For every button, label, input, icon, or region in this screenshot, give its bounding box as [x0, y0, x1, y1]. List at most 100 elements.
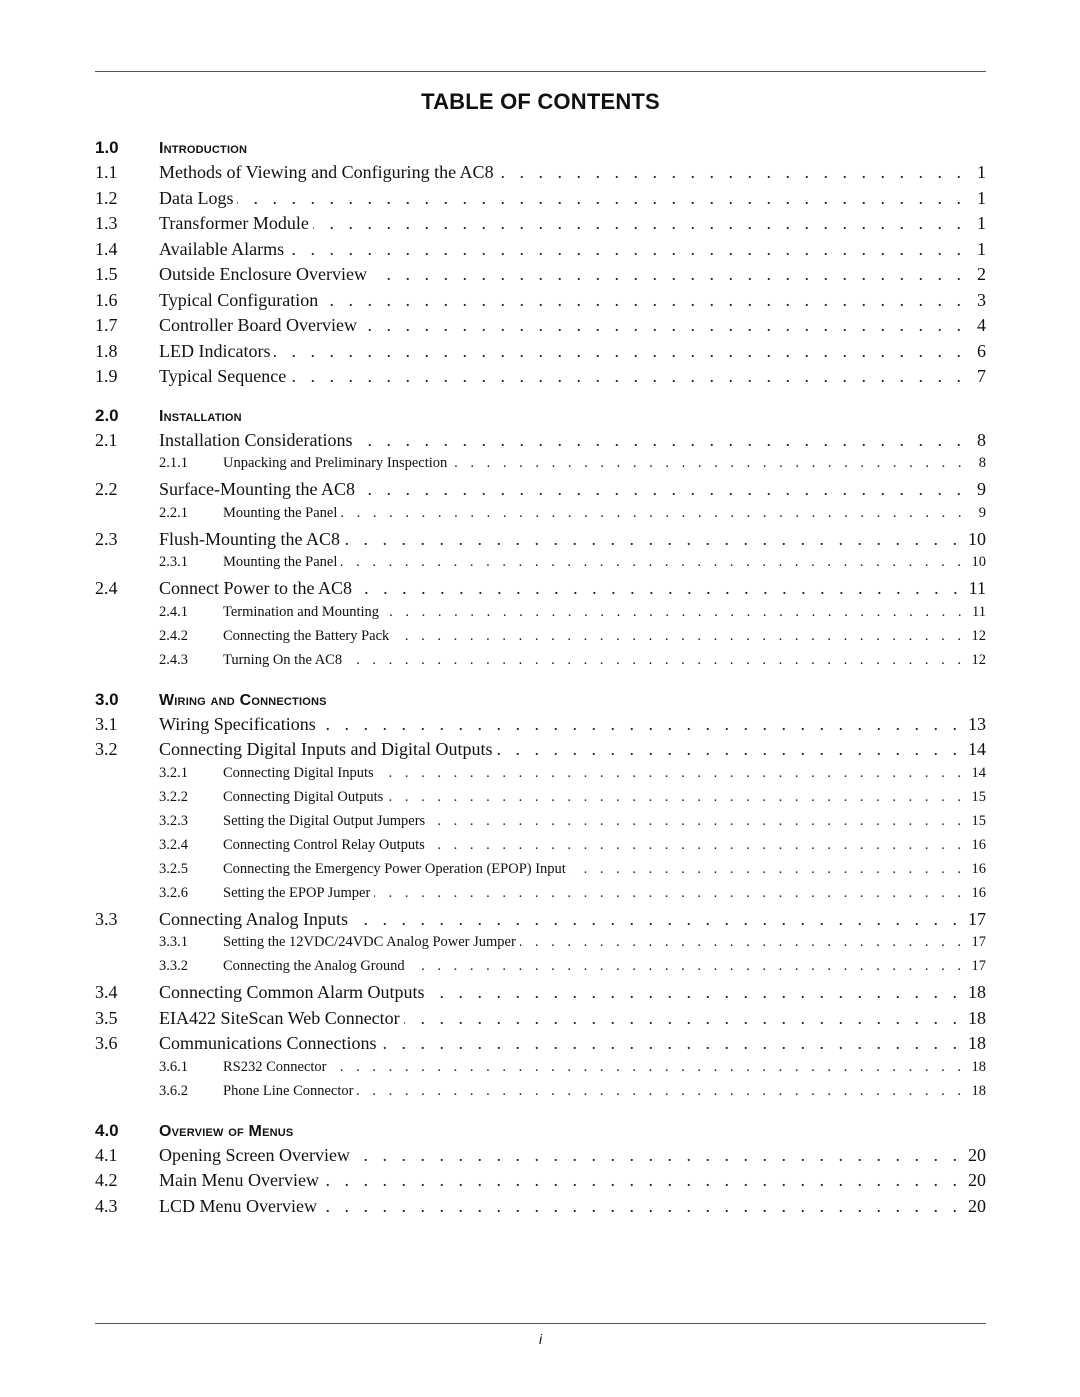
toc-section: 2.0 Installation 2.1 Installation Considera…: [95, 406, 986, 676]
entry-page-number: 18: [968, 1007, 986, 1028]
toc-entry[interactable]: 4.3 LCD Menu Overview . . . . . . . . . .…: [95, 1196, 986, 1222]
section-title: Introduction: [159, 140, 248, 157]
section-heading[interactable]: 1.0 Introduction: [95, 138, 986, 162]
entry-label: Setting the Digital Output Jumpers: [223, 812, 426, 829]
dot-leader: . . . . . . . . . . . . . . . . . . . . …: [354, 1144, 962, 1165]
section-number: 4.0: [95, 1120, 119, 1140]
toc-entry[interactable]: 1.1 Methods of Viewing and Configuring th…: [95, 162, 986, 188]
toc-subentry[interactable]: 2.1.1 Unpacking and Preliminary Inspectio…: [95, 455, 986, 479]
toc-subentry[interactable]: 3.6.1 RS232 Connector . . . . . . . . . .…: [95, 1059, 986, 1083]
toc-entry[interactable]: 1.5 Outside Enclosure Overview . . . . . …: [95, 264, 986, 290]
entry-page-number: 18: [968, 1033, 986, 1053]
entry-label: Installation Considerations: [159, 429, 353, 450]
toc-entry[interactable]: 1.4 Available Alarms . . . . . . . . . . …: [95, 239, 986, 265]
entry-page-number: 17: [968, 908, 986, 929]
toc-entry[interactable]: 3.4 Connecting Common Alarm Outputs . . .…: [95, 982, 986, 1008]
dot-leader: . . . . . . . . . . . . . . . . . . . . …: [321, 1195, 962, 1216]
dot-leader: . . . . . . . . . . . . . . . . . . . . …: [429, 812, 966, 829]
dot-leader: . . . . . . . . . . . . . . . . . . . . …: [404, 1007, 962, 1028]
section-heading[interactable]: 2.0 Installation: [95, 406, 986, 430]
dot-leader: . . . . . . . . . . . . . . . . . . . . …: [288, 238, 966, 259]
toc-entry[interactable]: 1.8 LED Indicators . . . . . . . . . . . …: [95, 341, 986, 367]
section-number: 2.0: [95, 405, 119, 425]
toc-entry[interactable]: 3.6 Communications Connections . . . . . …: [95, 1033, 986, 1059]
toc-entry[interactable]: 1.9 Typical Sequence . . . . . . . . . . …: [95, 366, 986, 392]
toc-subentry[interactable]: 3.2.5 Connecting the Emergency Power Oper…: [95, 861, 986, 885]
entry-number: 1.5: [95, 264, 118, 284]
toc-entry[interactable]: 2.4 Connect Power to the AC8 . . . . . . …: [95, 578, 986, 604]
toc-entry[interactable]: 3.3 Connecting Analog Inputs . . . . . . …: [95, 909, 986, 935]
entry-label: Connecting Digital Inputs: [223, 764, 374, 781]
entry-label: Controller Board Overview: [159, 315, 357, 335]
entry-number: 4.1: [95, 1144, 118, 1165]
entry-label: RS232 Connector: [223, 1058, 327, 1075]
entry-page-number: 3: [977, 289, 986, 310]
entry-page-number: 18: [971, 1058, 987, 1075]
toc-entry[interactable]: 3.5 EIA422 SiteScan Web Connector . . . .…: [95, 1008, 986, 1034]
page-number: i: [538, 1331, 543, 1347]
table-of-contents: 1.0 Introduction 1.1 Methods of Viewing and…: [95, 138, 986, 1235]
toc-subentry[interactable]: 3.2.3 Setting the Digital Output Jumpers …: [95, 813, 986, 837]
toc-entry[interactable]: 1.6 Typical Configuration . . . . . . . .…: [95, 290, 986, 316]
entry-page-number: 15: [971, 812, 987, 829]
entry-number: 2.2.1: [159, 504, 188, 521]
dot-leader: . . . . . . . . . . . . . . . . . . . . …: [341, 504, 966, 521]
entry-number: 1.9: [95, 366, 118, 386]
dot-leader: . . . . . . . . . . . . . . . . . . . . …: [387, 788, 966, 805]
entry-number: 4.2: [95, 1170, 118, 1190]
toc-subentry[interactable]: 2.4.1 Termination and Mounting . . . . . …: [95, 604, 986, 628]
toc-subentry[interactable]: 3.6.2 Phone Line Connector . . . . . . . …: [95, 1083, 986, 1107]
entry-number: 3.6: [95, 1033, 118, 1053]
dot-leader: . . . . . . . . . . . . . . . . . . . . …: [357, 1082, 966, 1099]
section-heading[interactable]: 4.0 Overview of Menus: [95, 1121, 986, 1145]
toc-entry[interactable]: 4.2 Main Menu Overview . . . . . . . . . …: [95, 1170, 986, 1196]
entry-label: Typical Sequence: [159, 366, 287, 386]
entry-number: 4.3: [95, 1195, 118, 1216]
entry-page-number: 20: [968, 1144, 986, 1165]
toc-section: 4.0 Overview of Menus 4.1 Opening Screen Ov…: [95, 1121, 986, 1222]
dot-leader: . . . . . . . . . . . . . . . . . . . . …: [429, 982, 962, 1002]
dot-leader: . . . . . . . . . . . . . . . . . . . . …: [320, 713, 962, 734]
dot-leader: . . . . . . . . . . . . . . . . . . . . …: [498, 162, 966, 182]
toc-subentry[interactable]: 3.3.1 Setting the 12VDC/24VDC Analog Powe…: [95, 934, 986, 958]
toc-subentry[interactable]: 3.3.2 Connecting the Analog Ground . . . …: [95, 958, 986, 982]
toc-subentry[interactable]: 2.4.2 Connecting the Battery Pack . . . .…: [95, 628, 986, 652]
dot-leader: . . . . . . . . . . . . . . . . . . . . …: [451, 455, 966, 471]
entry-number: 3.3.2: [159, 958, 188, 974]
toc-subentry[interactable]: 3.2.2 Connecting Digital Outputs . . . . …: [95, 789, 986, 813]
toc-entry[interactable]: 1.2 Data Logs . . . . . . . . . . . . . .…: [95, 188, 986, 214]
entry-number: 3.2.2: [159, 788, 188, 805]
entry-label: Outside Enclosure Overview: [159, 264, 367, 284]
entry-number: 2.3.1: [159, 554, 188, 570]
toc-subentry[interactable]: 3.2.4 Connecting Control Relay Outputs . …: [95, 837, 986, 861]
dot-leader: . . . . . . . . . . . . . . . . . . . . …: [356, 429, 966, 450]
toc-entry[interactable]: 1.7 Controller Board Overview . . . . . .…: [95, 315, 986, 341]
toc-entry[interactable]: 2.2 Surface-Mounting the AC8 . . . . . . …: [95, 479, 986, 505]
toc-subentry[interactable]: 2.4.3 Turning On the AC8 . . . . . . . . …: [95, 652, 986, 676]
dot-leader: . . . . . . . . . . . . . . . . . . . . …: [409, 958, 966, 974]
toc-subentry[interactable]: 2.3.1 Mounting the Panel . . . . . . . . …: [95, 554, 986, 578]
entry-number: 3.2.1: [159, 764, 188, 781]
entry-label: LCD Menu Overview: [159, 1195, 317, 1216]
entry-label: Flush-Mounting the AC8: [159, 528, 341, 549]
toc-entry[interactable]: 3.1 Wiring Specifications . . . . . . . .…: [95, 714, 986, 740]
toc-subentry[interactable]: 2.2.1 Mounting the Panel . . . . . . . . …: [95, 505, 986, 529]
entry-label: Connecting the Battery Pack: [223, 627, 390, 644]
toc-entry[interactable]: 2.3 Flush-Mounting the AC8 . . . . . . . …: [95, 529, 986, 555]
entry-page-number: 13: [968, 713, 986, 734]
entry-number: 3.2.6: [159, 884, 188, 901]
dot-leader: . . . . . . . . . . . . . . . . . . . . …: [381, 1033, 962, 1053]
section-heading[interactable]: 3.0 Wiring and Connections: [95, 690, 986, 714]
entry-page-number: 16: [971, 860, 987, 877]
toc-subentry[interactable]: 3.2.6 Setting the EPOP Jumper . . . . . .…: [95, 885, 986, 909]
entry-page-number: 7: [977, 366, 986, 386]
toc-entry[interactable]: 2.1 Installation Considerations . . . . .…: [95, 430, 986, 456]
dot-leader: . . . . . . . . . . . . . . . . . . . . …: [322, 289, 966, 310]
entry-number: 1.6: [95, 289, 118, 310]
toc-entry[interactable]: 1.3 Transformer Module . . . . . . . . . …: [95, 213, 986, 239]
entry-page-number: 17: [971, 934, 987, 950]
toc-entry[interactable]: 3.2 Connecting Digital Inputs and Digital…: [95, 739, 986, 765]
toc-subentry[interactable]: 3.2.1 Connecting Digital Inputs . . . . .…: [95, 765, 986, 789]
toc-entry[interactable]: 4.1 Opening Screen Overview . . . . . . .…: [95, 1145, 986, 1171]
entry-label: Connecting the Analog Ground: [223, 958, 405, 974]
